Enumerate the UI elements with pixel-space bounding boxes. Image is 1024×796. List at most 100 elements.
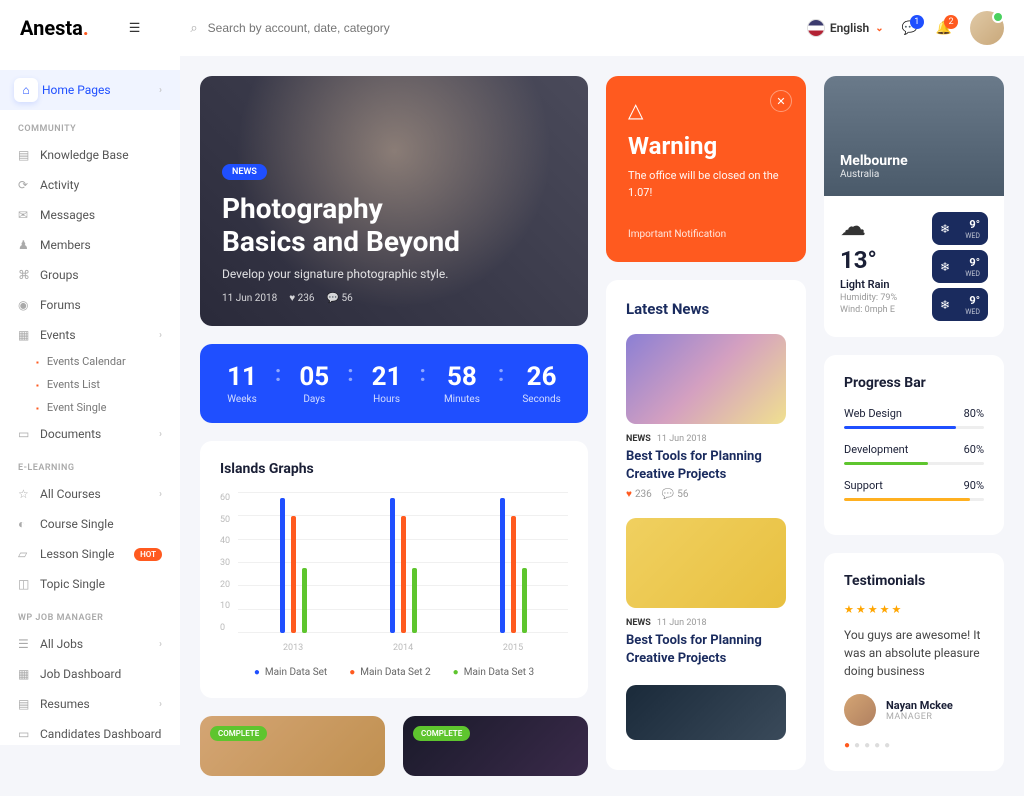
lesson-icon: ▱ xyxy=(18,547,40,561)
hero-title: PhotographyBasics and Beyond xyxy=(222,192,566,259)
search-input[interactable] xyxy=(208,21,468,35)
book-icon: ▤ xyxy=(18,148,40,162)
course-card-2[interactable]: COMPLETE xyxy=(403,716,588,776)
chevron-right-icon: › xyxy=(159,699,162,710)
progress-row: Development60% xyxy=(844,443,984,465)
chevron-down-icon: ⌄ xyxy=(875,23,883,34)
progress-row: Support90% xyxy=(844,479,984,501)
nav-events-calendar[interactable]: Events Calendar xyxy=(36,350,180,373)
close-button[interactable]: ✕ xyxy=(770,90,792,112)
calendar-icon: ▦ xyxy=(18,328,40,342)
testimonial-name: Nayan Mckee xyxy=(886,699,953,712)
nav-messages[interactable]: ✉Messages xyxy=(0,200,180,230)
nav-groups[interactable]: ⌘Groups xyxy=(0,260,180,290)
nav-knowledge-base[interactable]: ▤Knowledge Base xyxy=(0,140,180,170)
user-icon: ♟ xyxy=(18,238,40,252)
nav-members[interactable]: ♟Members xyxy=(0,230,180,260)
star-rating: ★★★★★ xyxy=(844,603,984,616)
countdown-hours: 21Hours xyxy=(372,362,402,405)
testimonial-role: MANAGER xyxy=(886,712,953,722)
nav-all-jobs[interactable]: ☰All Jobs› xyxy=(0,629,180,659)
chart-plot: 201320142015 xyxy=(238,493,568,653)
nav-events[interactable]: ▦Events› xyxy=(0,320,180,350)
news-card: Latest News NEWS11 Jun 2018 Best Tools f… xyxy=(606,280,806,770)
countdown-days: 05Days xyxy=(299,362,329,405)
resume-icon: ▤ xyxy=(18,697,40,711)
warning-title: Warning xyxy=(628,132,784,160)
chevron-right-icon: › xyxy=(159,85,162,96)
nav-home-pages[interactable]: ⌂Home Pages› xyxy=(0,70,180,110)
nav-event-single[interactable]: Event Single xyxy=(36,396,180,419)
section-community: COMMUNITY xyxy=(0,110,180,140)
notifications-badge: 2 xyxy=(944,15,958,29)
weather-forecast: ❄9°WED ❄9°WED ❄9°WED xyxy=(932,212,988,321)
chart-yaxis: 6050403020100 xyxy=(220,493,238,653)
warning-note: Important Notification xyxy=(628,229,784,240)
nav-activity[interactable]: ⟳Activity xyxy=(0,170,180,200)
graph-title: Islands Graphs xyxy=(220,461,568,477)
testimonials-title: Testimonials xyxy=(844,573,984,589)
nav-forums[interactable]: ◉Forums xyxy=(0,290,180,320)
user-avatar[interactable] xyxy=(970,11,1004,45)
cloud-icon: ☁ xyxy=(840,212,922,242)
language-selector[interactable]: English ⌄ xyxy=(808,20,884,36)
hero-subtitle: Develop your signature photographic styl… xyxy=(222,267,566,281)
chevron-right-icon: › xyxy=(159,489,162,500)
countdown-seconds: 26Seconds xyxy=(522,362,561,405)
notifications-button[interactable]: 🔔2 xyxy=(936,21,952,36)
warning-icon: △ xyxy=(628,98,784,122)
sidebar: ⌂Home Pages› COMMUNITY ▤Knowledge Base ⟳… xyxy=(0,56,180,745)
nav-course-single[interactable]: ◐Course Single xyxy=(0,509,180,539)
briefcase-icon: ☰ xyxy=(18,637,40,651)
news-item-title: Best Tools for Planning Creative Project… xyxy=(626,632,786,667)
weather-now: ☁ 13° Light Rain Humidity: 79% Wind: 0mp… xyxy=(840,212,922,321)
messages-button[interactable]: 💬1 xyxy=(902,21,918,36)
nav-documents[interactable]: ▭Documents› xyxy=(0,419,180,449)
message-icon: ✉ xyxy=(18,208,40,222)
bar-group xyxy=(500,493,527,633)
nav-events-list[interactable]: Events List xyxy=(36,373,180,396)
news-heading: Latest News xyxy=(626,300,786,318)
news-image xyxy=(626,685,786,740)
chevron-right-icon: › xyxy=(159,639,162,650)
nav-topic-single[interactable]: ◫Topic Single xyxy=(0,569,180,599)
group-icon: ⌘ xyxy=(18,268,40,282)
warning-body: The office will be closed on the 1.07! xyxy=(628,168,784,201)
progress-title: Progress Bar xyxy=(844,375,984,391)
progress-card: Progress Bar Web Design80%Development60%… xyxy=(824,355,1004,535)
news-item-title: Best Tools for Planning Creative Project… xyxy=(626,448,786,483)
news-item[interactable]: NEWS11 Jun 2018 Best Tools for Planning … xyxy=(626,518,786,667)
topic-icon: ◫ xyxy=(18,577,40,591)
home-icon: ⌂ xyxy=(14,78,38,102)
chevron-right-icon: › xyxy=(159,330,162,341)
menu-toggle[interactable]: ☰ xyxy=(129,21,141,36)
forum-icon: ◉ xyxy=(18,298,40,312)
news-item[interactable]: NEWS11 Jun 2018 Best Tools for Planning … xyxy=(626,334,786,500)
forecast-day: ❄9°WED xyxy=(932,288,988,321)
language-label: English xyxy=(830,21,869,35)
hot-badge: HOT xyxy=(134,548,162,561)
nav-resumes[interactable]: ▤Resumes› xyxy=(0,689,180,719)
testimonials-card: Testimonials ★★★★★ You guys are awesome!… xyxy=(824,553,1004,771)
nav-job-dashboard[interactable]: ▦Job Dashboard xyxy=(0,659,180,689)
nav-lesson-single[interactable]: ▱Lesson SingleHOT xyxy=(0,539,180,569)
forecast-day: ❄9°WED xyxy=(932,212,988,245)
hero-card[interactable]: NEWS PhotographyBasics and Beyond Develo… xyxy=(200,76,588,326)
complete-badge: COMPLETE xyxy=(413,726,470,741)
nav-candidates[interactable]: ▭Candidates Dashboard xyxy=(0,719,180,745)
section-jobs: WP JOB MANAGER xyxy=(0,599,180,629)
course-icon: ◐ xyxy=(18,517,40,531)
flag-icon xyxy=(808,20,824,36)
complete-badge: COMPLETE xyxy=(210,726,267,741)
search-icon: ⌕ xyxy=(190,21,197,36)
activity-icon: ⟳ xyxy=(18,178,40,192)
forecast-day: ❄9°WED xyxy=(932,250,988,283)
brand-logo[interactable]: Anesta. xyxy=(20,16,89,40)
weather-city: MelbourneAustralia xyxy=(824,76,1004,196)
carousel-dots[interactable]: ●●●●● xyxy=(844,740,984,751)
nav-all-courses[interactable]: ☆All Courses› xyxy=(0,479,180,509)
id-icon: ▭ xyxy=(18,727,40,741)
course-card-1[interactable]: COMPLETE xyxy=(200,716,385,776)
testimonial-avatar xyxy=(844,694,876,726)
bar-group xyxy=(390,493,417,633)
